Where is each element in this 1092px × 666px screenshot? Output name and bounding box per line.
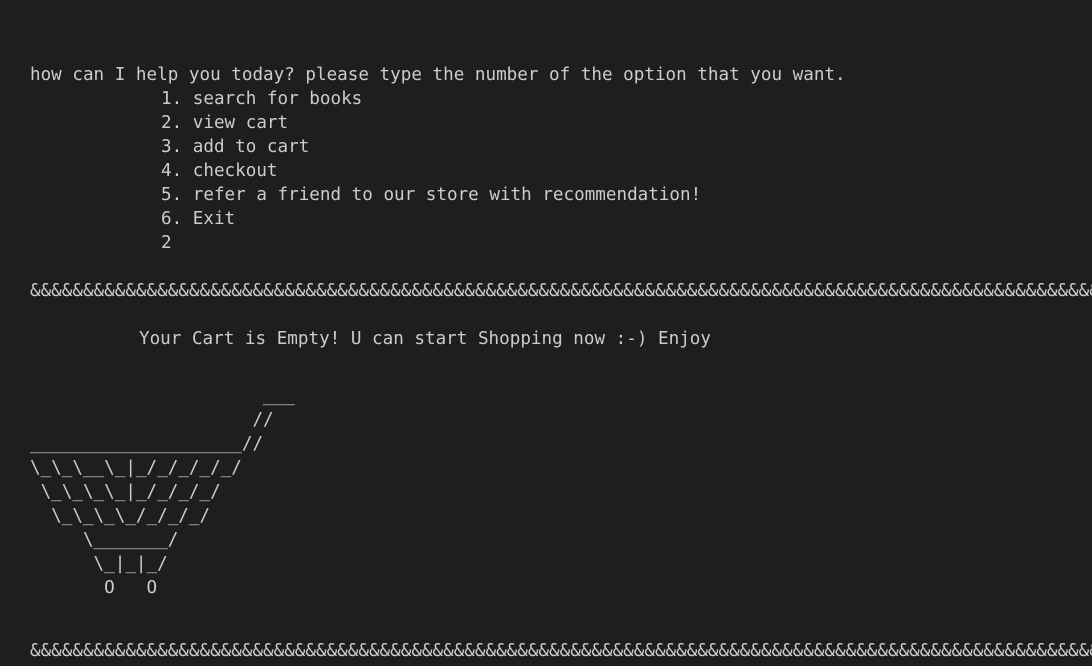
menu-item-search-books: 1. search for books	[161, 89, 363, 109]
menu-item-view-cart: 2. view cart	[161, 113, 289, 133]
divider-bottom: &&&&&&&&&&&&&&&&&&&&&&&&&&&&&&&&&&&&&&&&…	[30, 641, 1092, 661]
menu-item-checkout: 4. checkout	[161, 161, 278, 181]
menu-item-refer-friend: 5. refer a friend to our store with reco…	[161, 185, 702, 205]
prompt-text: how can I help you today? please type th…	[30, 65, 846, 85]
divider-top: &&&&&&&&&&&&&&&&&&&&&&&&&&&&&&&&&&&&&&&&…	[30, 281, 1092, 301]
cart-empty-message: Your Cart is Empty! U can start Shopping…	[139, 329, 711, 349]
menu-item-add-to-cart: 3. add to cart	[161, 137, 310, 157]
terminal-output: how can I help you today? please type th…	[0, 0, 1092, 666]
user-input[interactable]: 2	[161, 231, 172, 255]
menu-item-exit: 6. Exit	[161, 209, 236, 229]
shopping-cart-ascii-art: ___ // ____________________// \_\_\__\_|…	[30, 386, 295, 598]
